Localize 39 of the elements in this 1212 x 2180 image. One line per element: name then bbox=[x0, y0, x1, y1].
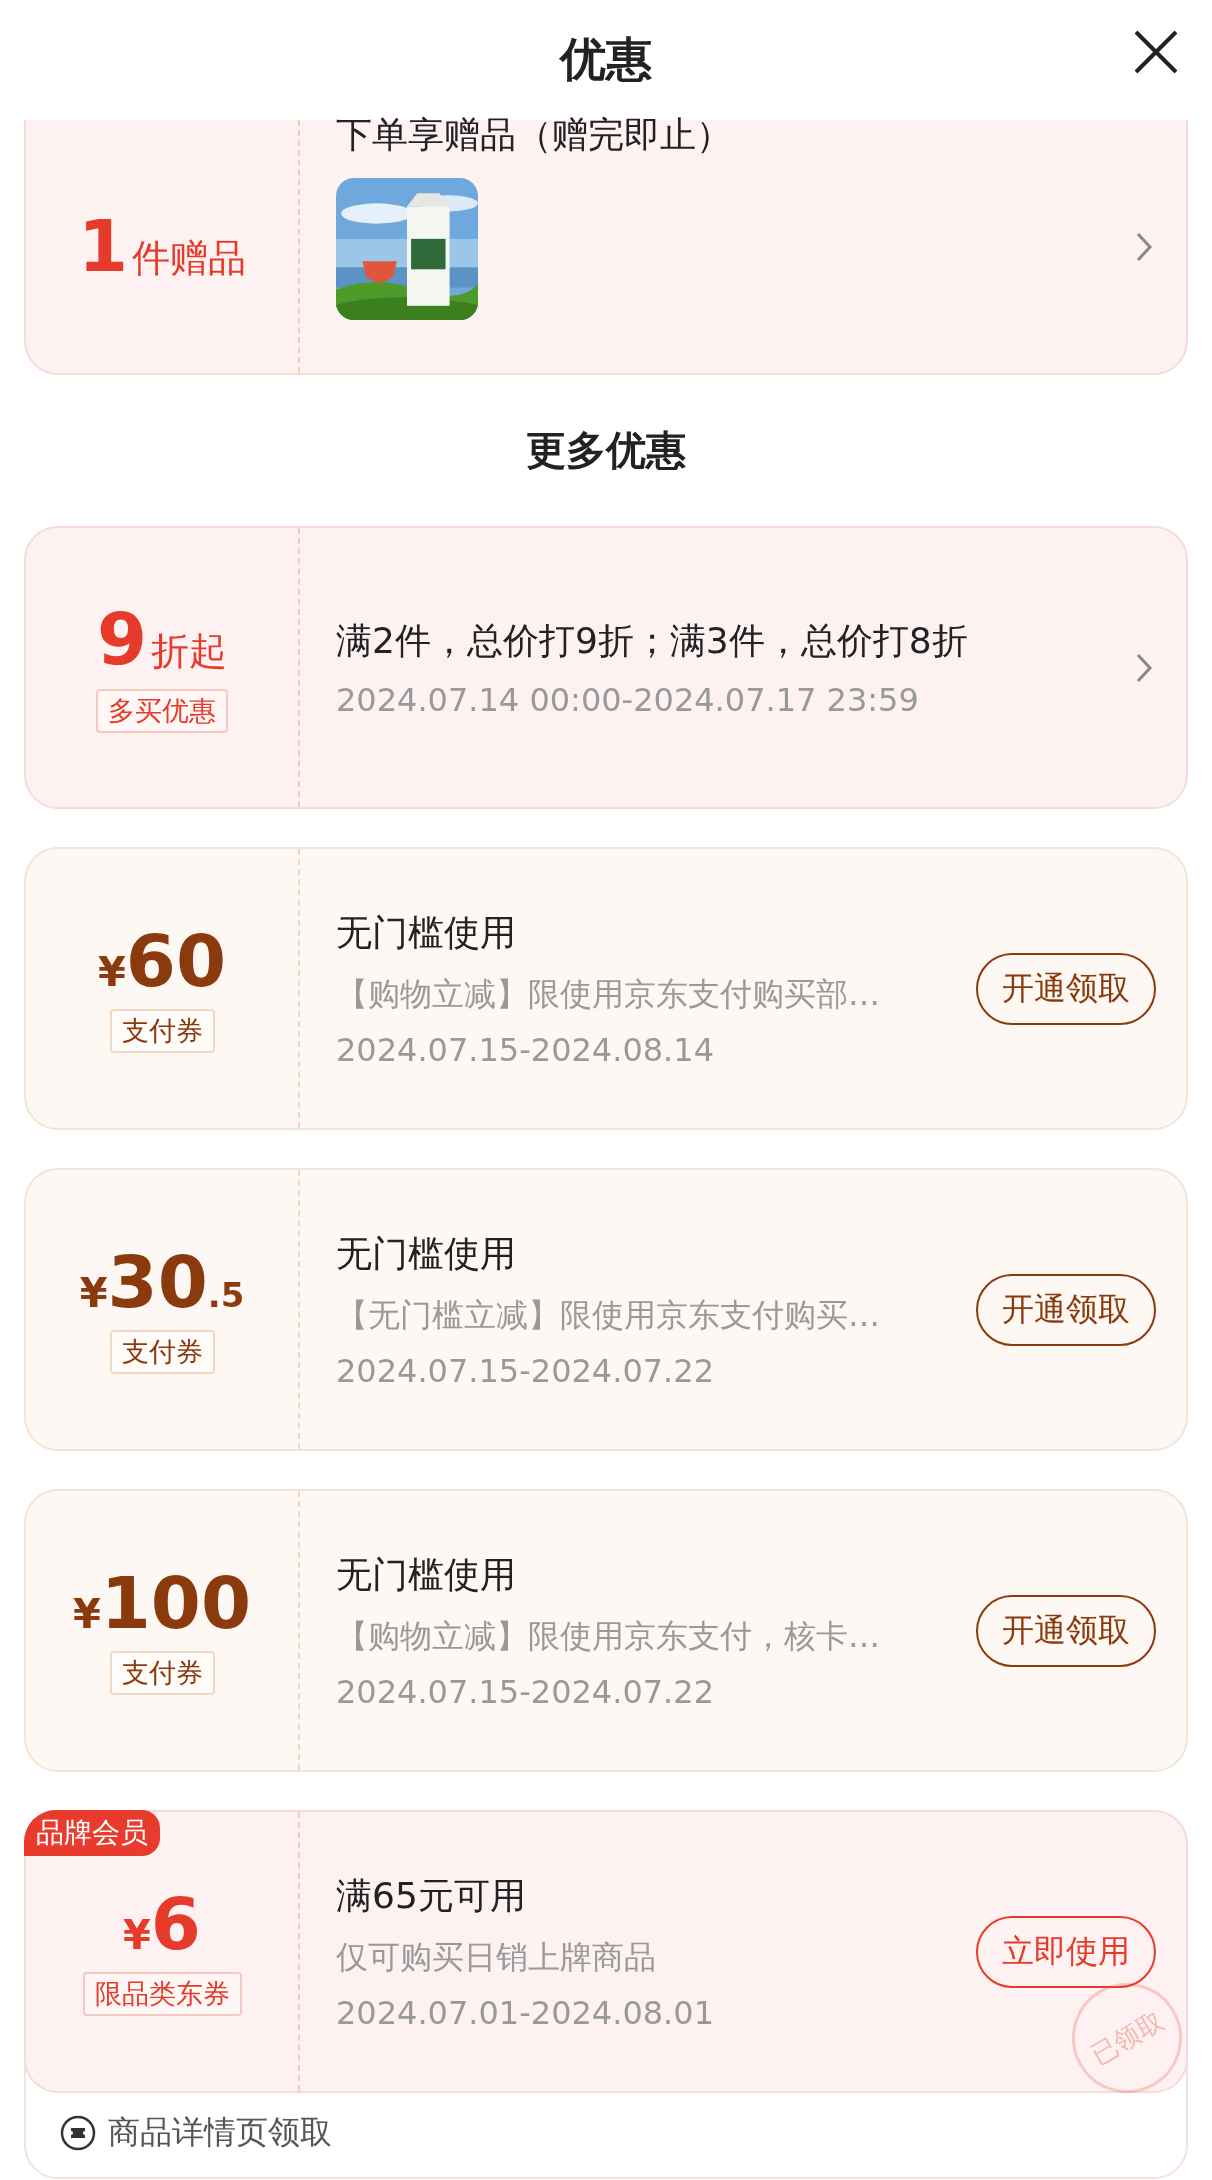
offer-date: 2024.07.14 00:00-2024.07.17 23:59 bbox=[336, 680, 920, 719]
offer-date: 2024.07.15-2024.07.22 bbox=[336, 1672, 715, 1711]
coupon-tag: 多买优惠 bbox=[96, 688, 228, 733]
offer-date: 2024.07.15-2024.07.22 bbox=[336, 1351, 715, 1390]
offer-description: 【购物立减】限使用京东支付，核卡… bbox=[336, 1615, 881, 1657]
coupon-tag: 支付券 bbox=[109, 1650, 215, 1695]
offer-title: 无门槛使用 bbox=[336, 911, 517, 956]
offer-amount: ¥6 bbox=[123, 1887, 201, 1960]
claim-button[interactable]: 开通领取 bbox=[976, 1594, 1156, 1667]
offer-amount: ¥100 bbox=[72, 1566, 252, 1639]
offer-card[interactable]: 品牌会员 ¥6 限品类东券 满65元可用 仅可购买日销上牌商品 2024.07.01-2024.08.01 立即使用 已领取 bbox=[24, 1810, 1188, 2093]
footer-text: 商品详情页领取 bbox=[108, 2112, 332, 2153]
gift-count: 1 件赠品 bbox=[77, 209, 247, 284]
offer-amount: ¥30.5 bbox=[79, 1245, 245, 1318]
offer-date: 2024.07.15-2024.08.14 bbox=[336, 1030, 715, 1069]
claim-button[interactable]: 开通领取 bbox=[976, 952, 1156, 1025]
offer-description: 【购物立减】限使用京东支付购买部… bbox=[336, 973, 881, 1015]
offer-amount: 9 折起 bbox=[96, 602, 228, 677]
coupon-tag: 限品类东券 bbox=[82, 1971, 242, 2016]
offer-card[interactable]: ¥60 支付券 无门槛使用 【购物立减】限使用京东支付购买部… 2024.07.15-2024.08.14 开通领取 bbox=[24, 847, 1188, 1130]
dialog-title: 优惠 bbox=[560, 31, 652, 88]
offer-description: 仅可购买日销上牌商品 bbox=[336, 1936, 657, 1978]
coupon-tag: 支付券 bbox=[109, 1329, 215, 1374]
claim-button[interactable]: 开通领取 bbox=[976, 1273, 1156, 1346]
offer-card[interactable]: ¥30.5 支付券 无门槛使用 【无门槛立减】限使用京东支付购买… 2024.07.15-2024.07.22 开通领取 bbox=[24, 1168, 1188, 1451]
offer-date: 2024.07.01-2024.08.01 bbox=[336, 1993, 715, 2032]
offer-card[interactable]: ¥100 支付券 无门槛使用 【购物立减】限使用京东支付，核卡… 2024.07.15-2024.07.22 开通领取 bbox=[24, 1489, 1188, 1772]
offer-title: 满65元可用 bbox=[336, 1874, 527, 1919]
section-title: 更多优惠 bbox=[525, 426, 687, 475]
coupon-tag: 支付券 bbox=[109, 1008, 215, 1053]
offer-description: 【无门槛立减】限使用京东支付购买… bbox=[336, 1294, 881, 1336]
claim-button[interactable]: 立即使用 bbox=[976, 1915, 1156, 1988]
offer-card[interactable]: 9 折起 多买优惠 满2件，总价打9折；满3件，总价打8折 2024.07.14 00:00-2024.07.17 23:59 bbox=[24, 526, 1188, 809]
offer-title: 无门槛使用 bbox=[336, 1232, 517, 1277]
member-badge: 品牌会员 bbox=[24, 1810, 160, 1856]
ticket-icon bbox=[60, 2115, 96, 2151]
offer-title: 无门槛使用 bbox=[336, 1553, 517, 1598]
offer-title: 满2件，总价打9折；满3件，总价打8折 bbox=[336, 619, 969, 664]
offer-amount: ¥60 bbox=[97, 924, 226, 997]
